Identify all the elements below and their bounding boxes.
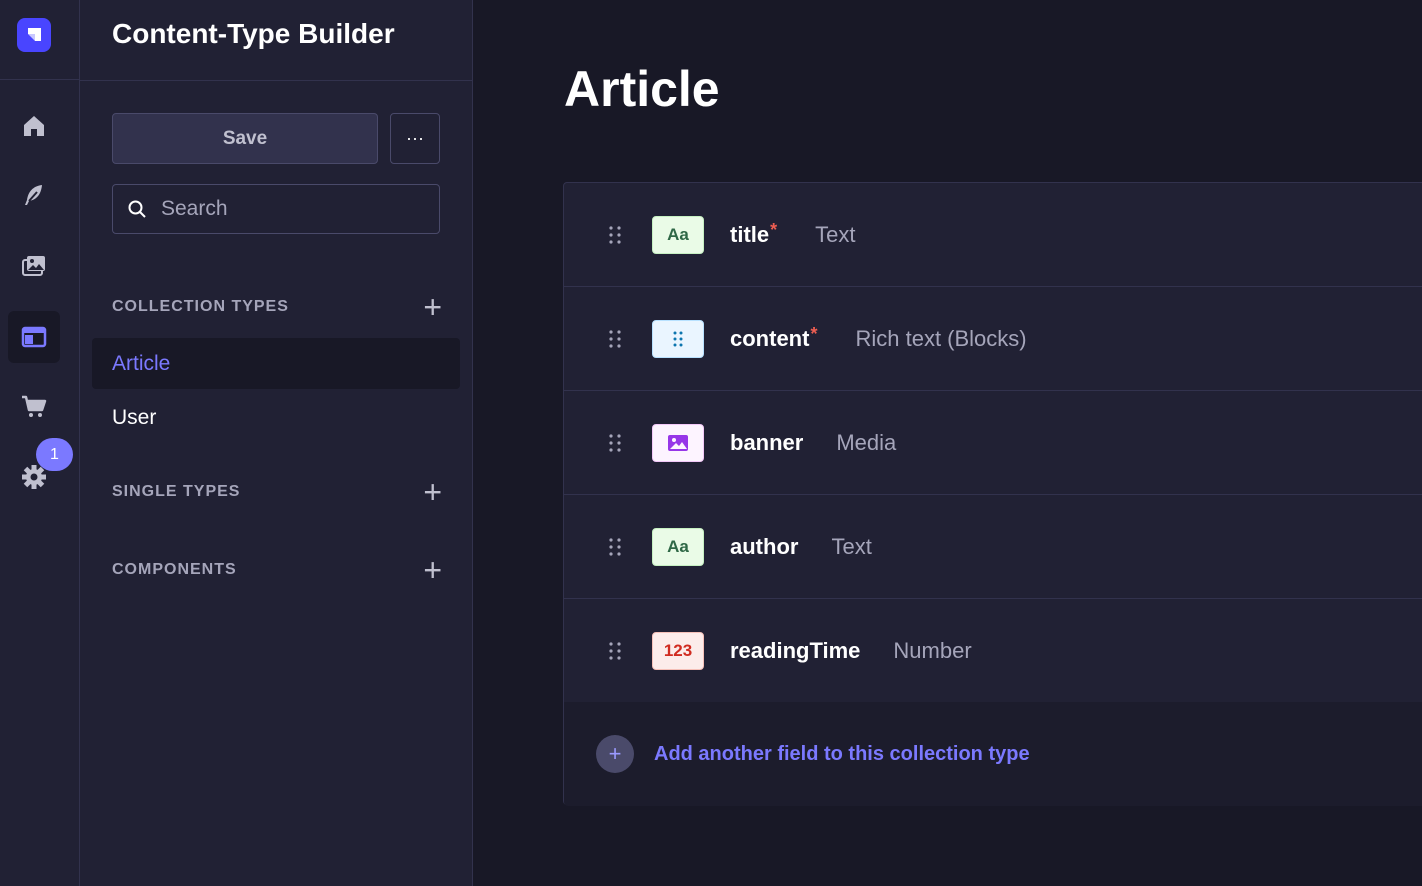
add-component-icon[interactable]: + [423, 554, 442, 586]
blocks-field-icon [652, 319, 704, 358]
components-label: COMPONENTS [112, 561, 237, 578]
cart-icon [22, 395, 47, 417]
field-type: Text [831, 533, 872, 559]
drag-handle-icon[interactable] [608, 537, 622, 557]
blocks-dots-icon [673, 331, 683, 346]
collection-types-label: COLLECTION TYPES [112, 298, 289, 315]
field-row-author[interactable]: Aa author Text [564, 495, 1422, 599]
components-section: COMPONENTS + [112, 554, 442, 586]
field-name: banner Media [730, 430, 896, 456]
media-field-icon [652, 423, 704, 462]
field-row-banner[interactable]: banner Media [564, 391, 1422, 495]
more-actions-button[interactable]: ··· [390, 113, 440, 164]
text-field-icon: Aa [652, 527, 704, 566]
add-field-link[interactable]: Add another field to this collection typ… [654, 743, 1030, 766]
home-nav-button[interactable] [8, 100, 60, 152]
field-row-content[interactable]: content * Rich text (Blocks) [564, 287, 1422, 391]
plus-icon[interactable]: + [596, 735, 634, 773]
field-name: author Text [730, 534, 872, 560]
field-name-text: title [730, 221, 770, 247]
single-types-label: SINGLE TYPES [112, 483, 241, 500]
field-name-text: banner [730, 429, 804, 455]
save-button[interactable]: Save [112, 113, 378, 164]
search-input[interactable] [161, 197, 421, 221]
search-box[interactable] [112, 184, 440, 234]
field-name: title * Text [730, 220, 856, 248]
more-icon: ··· [406, 128, 424, 148]
strapi-logo[interactable] [17, 17, 51, 52]
notification-badge: 1 [36, 438, 73, 471]
collection-item-user[interactable]: User [92, 392, 460, 443]
content-type-builder-nav-button[interactable] [8, 311, 60, 363]
drag-handle-icon[interactable] [608, 225, 622, 245]
field-type: Text [815, 221, 856, 247]
required-marker: * [810, 324, 818, 344]
feather-icon [25, 185, 42, 205]
content-manager-nav-button[interactable] [8, 169, 60, 221]
field-type: Number [893, 637, 972, 663]
collection-item-article[interactable]: Article [92, 338, 460, 389]
drag-handle-icon[interactable] [608, 329, 622, 349]
media-library-icon [22, 256, 45, 276]
field-row-readingtime[interactable]: 123 readingTime Number [564, 599, 1422, 703]
drag-handle-icon[interactable] [608, 641, 622, 661]
field-row-title[interactable]: Aa title * Text [564, 183, 1422, 287]
logo-mark-icon [28, 27, 41, 41]
field-type: Media [836, 429, 897, 455]
field-name-text: content [730, 325, 810, 351]
text-field-icon: Aa [652, 215, 704, 254]
search-icon [128, 200, 146, 218]
media-library-nav-button[interactable] [8, 240, 60, 292]
fields-card: Aa title * Text content * Rich text (Blo… [563, 182, 1422, 806]
number-field-icon: 123 [652, 631, 704, 670]
field-name-text: readingTime [730, 637, 861, 663]
layout-icon [21, 326, 47, 348]
subnav-title: Content-Type Builder [112, 18, 395, 49]
add-field-row[interactable]: + Add another field to this collection t… [564, 702, 1422, 806]
field-name: readingTime Number [730, 638, 972, 664]
field-name: content * Rich text (Blocks) [730, 324, 1027, 352]
home-icon [24, 116, 44, 136]
main-nav-rail: 1 [0, 0, 80, 886]
image-icon [668, 434, 688, 451]
required-marker: * [770, 220, 778, 240]
add-single-type-icon[interactable]: + [423, 476, 442, 508]
drag-handle-icon[interactable] [608, 433, 622, 453]
subnav-header: Content-Type Builder [80, 0, 472, 81]
page-title: Article [564, 61, 720, 117]
logo-area [0, 0, 79, 80]
collection-types-section: COLLECTION TYPES + [112, 291, 442, 323]
add-collection-type-icon[interactable]: + [423, 291, 442, 323]
field-type: Rich text (Blocks) [855, 325, 1027, 351]
field-name-text: author [730, 533, 799, 559]
single-types-section: SINGLE TYPES + [112, 476, 442, 508]
marketplace-nav-button[interactable] [8, 380, 60, 432]
content-type-subnav: Content-Type Builder Save ··· COLLECTION… [80, 0, 473, 886]
